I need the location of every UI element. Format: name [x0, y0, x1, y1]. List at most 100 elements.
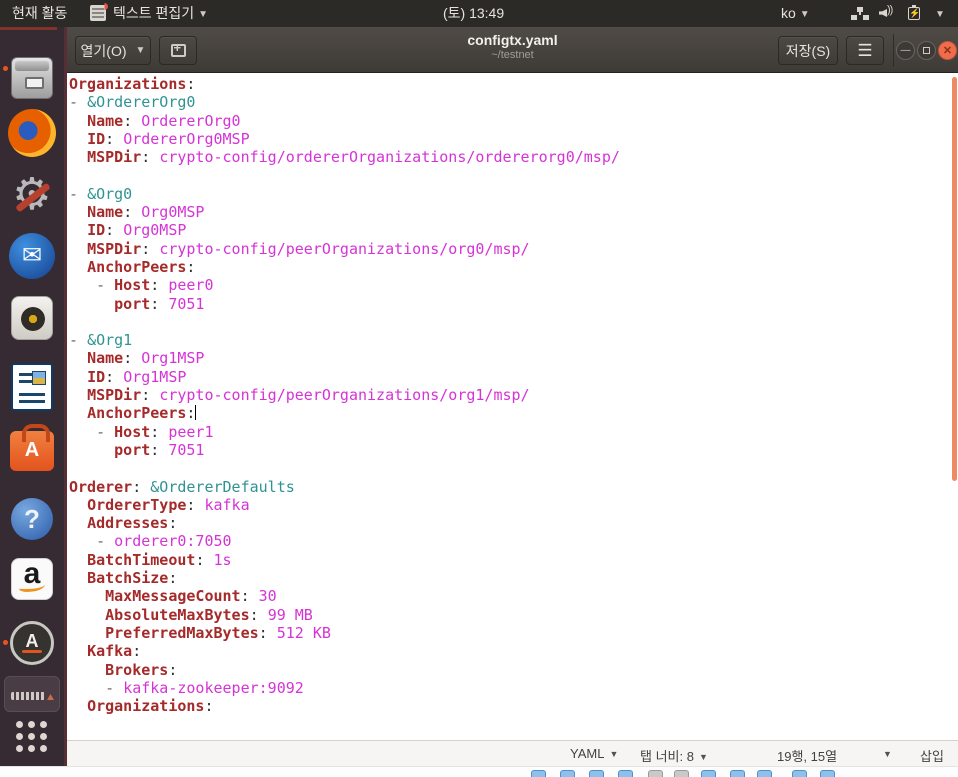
code-line: MaxMessageCount: 30	[69, 587, 620, 605]
chevron-down-icon: ▼	[935, 5, 945, 24]
dock-item-window-thumbnail[interactable]	[0, 676, 64, 712]
save-button[interactable]: 저장(S)	[778, 36, 838, 65]
code-line: BatchSize:	[69, 569, 620, 587]
chevron-down-icon: ▼	[609, 749, 618, 759]
dock-item-files[interactable]	[0, 57, 64, 99]
app-menu[interactable]: 텍스트 편집기▼	[113, 4, 208, 23]
code-line: AbsoluteMaxBytes: 99 MB	[69, 606, 620, 624]
system-menu-chevron[interactable]: ▼	[931, 4, 945, 23]
new-document-button[interactable]	[159, 36, 197, 65]
code-line: ID: OrdererOrg0MSP	[69, 130, 620, 148]
system-top-bar: 현재 활동 텍스트 편집기▼ (토) 13:49 ko▼ ▼	[0, 0, 958, 27]
text-editing-area[interactable]: Organizations:- &OrdererOrg0 Name: Order…	[67, 74, 958, 740]
dock-item-libreoffice-writer[interactable]	[0, 363, 64, 411]
clock[interactable]: (토) 13:49	[443, 4, 504, 23]
battery-icon[interactable]	[908, 7, 920, 20]
hamburger-menu-button[interactable]: ☰	[846, 36, 884, 65]
host-taskbar-sliver	[0, 766, 958, 776]
code-line: BatchTimeout: 1s	[69, 551, 620, 569]
dock-item-help[interactable]	[0, 498, 64, 540]
dock-item-firefox[interactable]	[0, 109, 64, 157]
minimize-button[interactable]: —	[896, 41, 915, 60]
code-line: Name: OrdererOrg0	[69, 112, 620, 130]
dock-item-ubuntu-software[interactable]	[0, 425, 64, 471]
files-icon	[11, 57, 53, 99]
titlebar[interactable]: 열기(O)▼ configtx.yaml ~/testnet 저장(S) ☰ —…	[67, 27, 958, 73]
help-question-icon	[11, 498, 53, 540]
amazon-icon	[11, 558, 53, 600]
software-store-icon	[10, 431, 54, 471]
code-line: MSPDir: crypto-config/peerOrganizations/…	[69, 386, 620, 404]
cursor-position: 19행, 15열	[777, 746, 837, 765]
status-bar: YAML ▼ 탭 너비: 8 ▼ 19행, 15열 ▼ 삽입	[67, 740, 958, 766]
code-line: PreferredMaxBytes: 512 KB	[69, 624, 620, 642]
chevron-down-icon: ▼	[699, 752, 708, 762]
software-updater-icon	[10, 621, 54, 665]
code-line: Kafka:	[69, 642, 620, 660]
tab-width-dropdown[interactable]: 탭 너비: 8 ▼	[640, 746, 708, 765]
gedit-app-icon	[90, 5, 106, 21]
code-lines: Organizations:- &OrdererOrg0 Name: Order…	[69, 75, 620, 715]
tab-width-label: 탭 너비: 8	[640, 749, 694, 764]
code-line: Organizations:	[69, 697, 620, 715]
code-line: MSPDir: crypto-config/ordererOrganizatio…	[69, 148, 620, 166]
scrollbar-thumb[interactable]	[952, 77, 957, 481]
chevron-down-icon: ▼	[883, 749, 892, 759]
language-mode-label: YAML	[570, 746, 604, 761]
code-line: Name: Org0MSP	[69, 203, 620, 221]
open-button-label: 열기(O)	[81, 41, 127, 61]
code-line: - &Org0	[69, 185, 620, 203]
open-button[interactable]: 열기(O) ▼	[75, 36, 151, 65]
code-line	[69, 313, 620, 331]
chevron-down-icon: ▼	[198, 5, 208, 24]
thunderbird-icon	[9, 233, 55, 279]
maximize-button[interactable]	[917, 41, 936, 60]
code-line: - Host: peer0	[69, 276, 620, 294]
firefox-icon	[8, 109, 56, 157]
code-line: - orderer0:7050	[69, 532, 620, 550]
gear-wrench-icon: ⚙	[9, 172, 55, 218]
text-cursor	[195, 405, 196, 420]
code-line: Brokers:	[69, 661, 620, 679]
keyboard-layout-label: ko	[781, 5, 796, 21]
dock-item-amazon[interactable]	[0, 558, 64, 600]
desktop: 현재 활동 텍스트 편집기▼ (토) 13:49 ko▼ ▼ ⚙	[0, 0, 958, 776]
gedit-window: 열기(O)▼ configtx.yaml ~/testnet 저장(S) ☰ —…	[67, 27, 958, 766]
new-document-icon	[171, 44, 186, 57]
dock-item-software-updater[interactable]	[0, 621, 64, 665]
code-line: port: 7051	[69, 295, 620, 313]
dock-item-thunderbird[interactable]	[0, 233, 64, 279]
network-icon[interactable]	[851, 7, 869, 20]
code-line	[69, 166, 620, 184]
code-line	[69, 459, 620, 477]
code-line: AnchorPeers:	[69, 404, 620, 422]
code-line: Name: Org1MSP	[69, 349, 620, 367]
close-button[interactable]: ✕	[938, 41, 957, 60]
code-line: Addresses:	[69, 514, 620, 532]
input-mode-indicator: 삽입	[920, 746, 944, 765]
dock-item-show-applications[interactable]	[0, 719, 64, 755]
activities-button[interactable]: 현재 활동	[12, 4, 67, 23]
dock: ⚙	[0, 27, 64, 766]
maximize-icon	[923, 47, 930, 54]
language-mode-dropdown[interactable]: YAML ▼	[570, 746, 618, 761]
keyboard-indicator[interactable]: ko▼	[781, 4, 810, 23]
code-line: - Host: peer1	[69, 423, 620, 441]
hamburger-icon: ☰	[857, 41, 872, 61]
writer-document-icon	[11, 363, 53, 411]
app-menu-label: 텍스트 편집기	[113, 5, 194, 21]
code-line: AnchorPeers:	[69, 258, 620, 276]
code-line: - kafka-zookeeper:9092	[69, 679, 620, 697]
goto-line-chevron[interactable]: ▼	[878, 746, 892, 761]
volume-icon[interactable]	[879, 6, 897, 20]
code-line: ID: Org0MSP	[69, 221, 620, 239]
code-line: - &OrdererOrg0	[69, 93, 620, 111]
show-applications-grid-icon	[14, 719, 50, 755]
code-line: Organizations:	[69, 75, 620, 93]
dock-item-rhythmbox[interactable]	[0, 296, 64, 340]
dock-item-tweaks[interactable]: ⚙	[0, 172, 64, 218]
code-line: Orderer: &OrdererDefaults	[69, 478, 620, 496]
chevron-down-icon: ▼	[136, 45, 146, 56]
code-line: MSPDir: crypto-config/peerOrganizations/…	[69, 240, 620, 258]
code-line: OrdererType: kafka	[69, 496, 620, 514]
